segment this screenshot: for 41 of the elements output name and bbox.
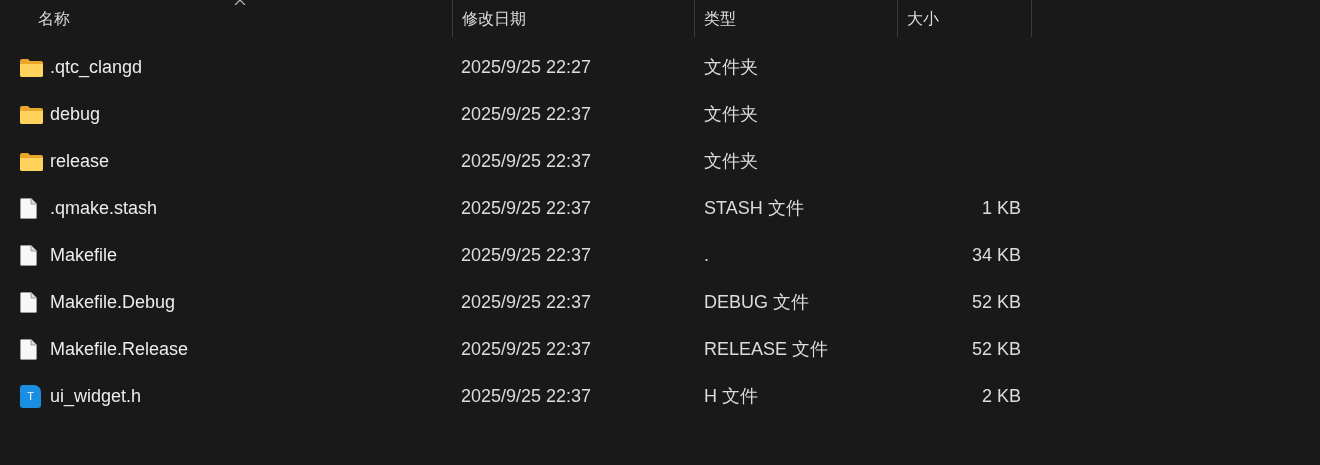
file-name[interactable]: .qtc_clangd [50, 54, 143, 81]
file-size: 2 KB [981, 386, 1021, 406]
file-type: STASH 文件 [704, 198, 804, 218]
modified-date: 2025/9/25 22:37 [461, 339, 592, 359]
file-name[interactable]: release [50, 148, 110, 175]
modified-date: 2025/9/25 22:27 [461, 57, 592, 77]
folder-icon [20, 58, 43, 77]
file-type: 文件夹 [704, 151, 758, 171]
file-size: 52 KB [971, 339, 1021, 359]
column-header[interactable]: 类型 [694, 0, 897, 37]
file-icon [20, 292, 37, 313]
file-size: 52 KB [971, 292, 1021, 312]
file-icon [20, 245, 37, 266]
file-name[interactable]: Makefile [50, 242, 118, 269]
column-header[interactable]: 大小 [897, 0, 1032, 37]
file-type: . [704, 245, 709, 265]
file-name[interactable]: ui_widget.h [50, 383, 142, 410]
file-type: H 文件 [704, 386, 758, 406]
file-type: 文件夹 [704, 104, 758, 124]
modified-date: 2025/9/25 22:37 [461, 104, 592, 124]
file-icon [20, 339, 37, 360]
file-name[interactable]: .qmake.stash [50, 195, 158, 222]
file-name[interactable]: debug [50, 101, 101, 128]
folder-icon [20, 105, 43, 124]
file-name[interactable]: Makefile.Debug [50, 289, 176, 316]
file-name[interactable]: Makefile.Release [50, 336, 189, 363]
modified-date: 2025/9/25 22:37 [461, 386, 592, 406]
file-type: DEBUG 文件 [704, 292, 809, 312]
modified-date: 2025/9/25 22:37 [461, 292, 592, 312]
column-header[interactable]: 修改日期 [452, 0, 694, 37]
modified-date: 2025/9/25 22:37 [461, 245, 592, 265]
file-size: 34 KB [971, 245, 1021, 265]
folder-icon [20, 152, 43, 171]
file-type: 文件夹 [704, 57, 758, 77]
file-icon [20, 198, 37, 219]
file-size: 1 KB [981, 198, 1021, 218]
header-file-icon: T [20, 385, 41, 408]
column-header[interactable]: 名称 [0, 0, 452, 37]
file-type: RELEASE 文件 [704, 339, 829, 359]
modified-date: 2025/9/25 22:37 [461, 198, 592, 218]
modified-date: 2025/9/25 22:37 [461, 151, 592, 171]
